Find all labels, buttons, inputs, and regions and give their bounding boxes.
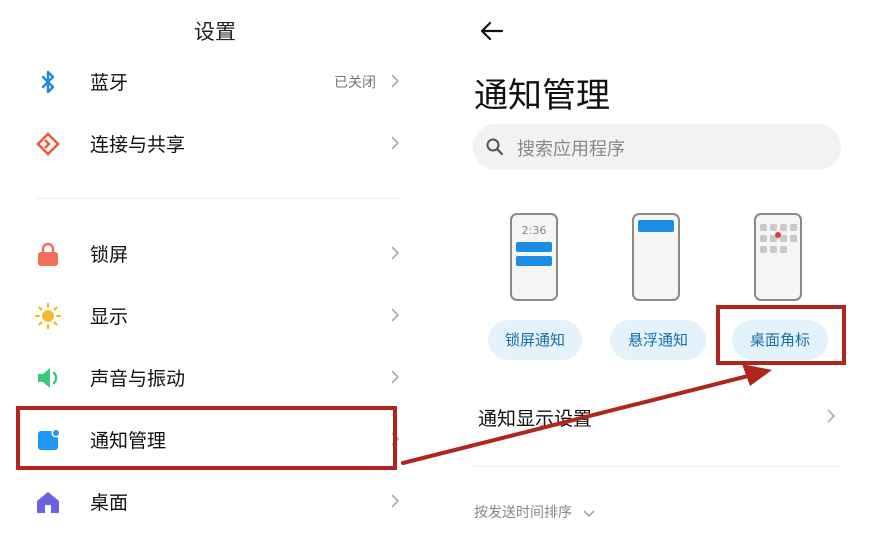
annotation-arrow [401, 364, 772, 465]
